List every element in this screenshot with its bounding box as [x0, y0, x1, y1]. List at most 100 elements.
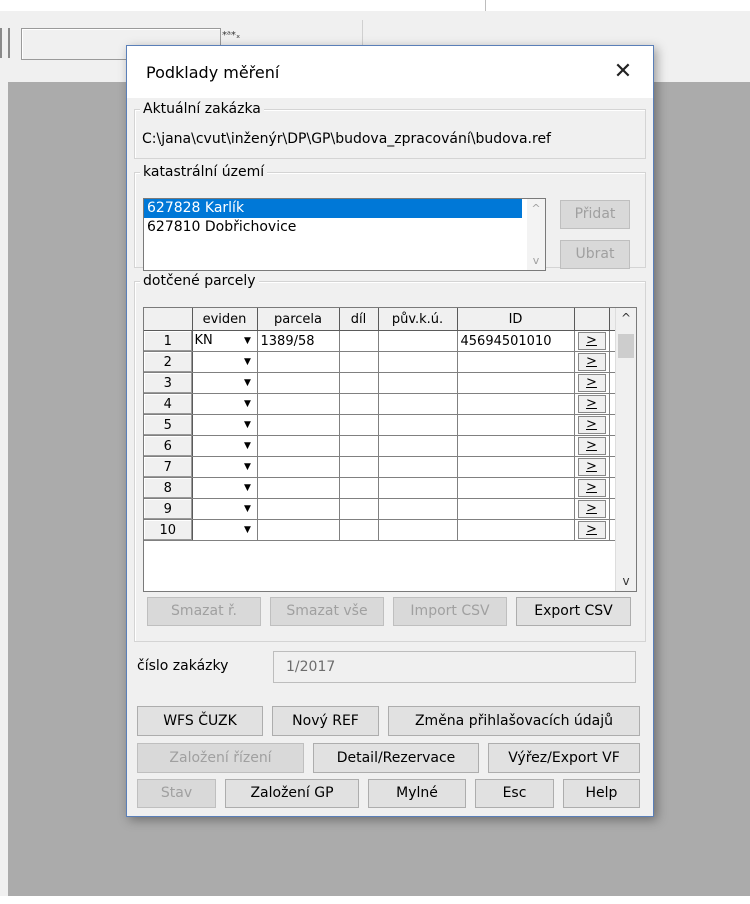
import-csv-button[interactable]: Import CSV — [393, 597, 507, 626]
eviden-dropdown[interactable]: ▼ — [192, 456, 258, 478]
row-number[interactable]: 4 — [144, 393, 193, 415]
new-ref-button[interactable]: Nový REF — [272, 706, 379, 736]
row-number[interactable]: 3 — [144, 372, 193, 394]
puv-ku-cell[interactable] — [378, 414, 458, 436]
chevron-down-icon[interactable]: ▼ — [241, 439, 255, 453]
esc-button[interactable]: Esc — [475, 779, 554, 808]
help-button[interactable]: Help — [563, 779, 640, 808]
status-button[interactable]: Stav — [137, 779, 216, 808]
eviden-dropdown[interactable]: ▼ — [192, 435, 258, 457]
row-number[interactable]: 10 — [144, 519, 193, 541]
puv-ku-cell[interactable] — [378, 498, 458, 520]
row-go-button[interactable]: > — [577, 395, 606, 413]
column-header-puv-ku[interactable]: pův.k.ú. — [378, 308, 458, 331]
row-number[interactable]: 1 — [144, 330, 193, 352]
scroll-up-icon[interactable]: ^ — [527, 202, 545, 215]
row-go-button[interactable]: > — [577, 521, 606, 539]
scroll-up-icon[interactable]: ^ — [616, 311, 636, 325]
row-go-button[interactable]: > — [577, 500, 606, 518]
dil-cell[interactable] — [339, 351, 379, 373]
puv-ku-cell[interactable] — [378, 477, 458, 499]
parcels-scrollbar[interactable]: ^ v — [615, 308, 636, 591]
row-go-button[interactable]: > — [577, 416, 606, 434]
cutout-export-button[interactable]: Výřez/Export VF — [488, 743, 640, 773]
dil-cell[interactable] — [339, 414, 379, 436]
dil-cell[interactable] — [339, 519, 379, 541]
id-cell[interactable] — [457, 414, 575, 436]
chevron-down-icon[interactable]: ▼ — [241, 460, 255, 474]
toolbar-glyph-icon[interactable]: *ᵃ*ₓ — [222, 30, 240, 41]
create-proceeding-button[interactable]: Založení řízení — [137, 743, 304, 773]
puv-ku-cell[interactable] — [378, 330, 458, 352]
parcela-cell[interactable] — [257, 414, 340, 436]
chevron-down-icon[interactable]: ▼ — [241, 397, 255, 411]
parcela-cell[interactable] — [257, 372, 340, 394]
column-header-id[interactable]: ID — [457, 308, 575, 331]
chevron-down-icon[interactable]: ▼ — [241, 502, 255, 516]
id-cell[interactable]: 45694501010 — [457, 330, 575, 352]
dil-cell[interactable] — [339, 372, 379, 394]
job-number-field[interactable]: 1/2017 — [273, 651, 636, 683]
eviden-dropdown[interactable]: ▼ — [192, 393, 258, 415]
create-gp-button[interactable]: Založení GP — [225, 779, 359, 808]
row-number[interactable]: 8 — [144, 477, 193, 499]
id-cell[interactable] — [457, 456, 575, 478]
id-cell[interactable] — [457, 351, 575, 373]
column-header-dil[interactable]: díl — [339, 308, 379, 331]
puv-ku-cell[interactable] — [378, 393, 458, 415]
puv-ku-cell[interactable] — [378, 456, 458, 478]
eviden-dropdown[interactable]: ▼ — [192, 519, 258, 541]
eviden-dropdown[interactable]: ▼ — [192, 372, 258, 394]
id-cell[interactable] — [457, 477, 575, 499]
cadastral-scrollbar[interactable]: ^ v — [527, 199, 545, 270]
change-login-button[interactable]: Změna přihlašovacích údajů — [388, 706, 640, 736]
id-cell[interactable] — [457, 498, 575, 520]
wfs-cuzk-button[interactable]: WFS ČUZK — [137, 706, 263, 736]
parcela-cell[interactable] — [257, 351, 340, 373]
eviden-dropdown[interactable]: ▼ — [192, 414, 258, 436]
dil-cell[interactable] — [339, 477, 379, 499]
delete-all-button[interactable]: Smazat vše — [270, 597, 384, 626]
chevron-down-icon[interactable]: ▼ — [241, 523, 255, 537]
chevron-down-icon[interactable]: ▼ — [241, 334, 255, 348]
chevron-down-icon[interactable]: ▼ — [241, 376, 255, 390]
parcela-cell[interactable] — [257, 498, 340, 520]
column-header-parcela[interactable]: parcela — [257, 308, 340, 331]
eviden-dropdown[interactable]: ▼ — [192, 498, 258, 520]
row-go-button[interactable]: > — [577, 458, 606, 476]
chevron-down-icon[interactable]: ▼ — [241, 355, 255, 369]
dil-cell[interactable] — [339, 330, 379, 352]
id-cell[interactable] — [457, 372, 575, 394]
id-cell[interactable] — [457, 519, 575, 541]
parcela-cell[interactable] — [257, 456, 340, 478]
cadastral-listbox[interactable]: 627828 Karlík 627810 Dobřichovice ^ v — [143, 198, 546, 271]
dil-cell[interactable] — [339, 435, 379, 457]
parcela-cell[interactable] — [257, 477, 340, 499]
list-item[interactable]: 627810 Dobřichovice — [144, 218, 522, 237]
dil-cell[interactable] — [339, 393, 379, 415]
puv-ku-cell[interactable] — [378, 519, 458, 541]
row-go-button[interactable]: > — [577, 353, 606, 371]
parcela-cell[interactable] — [257, 519, 340, 541]
row-go-button[interactable]: > — [577, 374, 606, 392]
row-number[interactable]: 5 — [144, 414, 193, 436]
remove-button[interactable]: Ubrat — [560, 240, 630, 269]
wrong-button[interactable]: Mylné — [368, 779, 466, 808]
add-button[interactable]: Přidat — [560, 200, 630, 229]
eviden-dropdown[interactable]: ▼ — [192, 351, 258, 373]
puv-ku-cell[interactable] — [378, 351, 458, 373]
scroll-down-icon[interactable]: v — [616, 574, 636, 588]
chevron-down-icon[interactable]: ▼ — [241, 418, 255, 432]
scroll-thumb[interactable] — [618, 334, 634, 358]
chevron-down-icon[interactable]: ▼ — [241, 481, 255, 495]
dil-cell[interactable] — [339, 456, 379, 478]
dil-cell[interactable] — [339, 498, 379, 520]
eviden-dropdown[interactable]: KN ▼ — [192, 330, 258, 352]
row-number[interactable]: 9 — [144, 498, 193, 520]
id-cell[interactable] — [457, 435, 575, 457]
list-item[interactable]: 627828 Karlík — [144, 199, 522, 218]
column-header-eviden[interactable]: eviden — [192, 308, 258, 331]
puv-ku-cell[interactable] — [378, 435, 458, 457]
parcela-cell[interactable] — [257, 393, 340, 415]
puv-ku-cell[interactable] — [378, 372, 458, 394]
